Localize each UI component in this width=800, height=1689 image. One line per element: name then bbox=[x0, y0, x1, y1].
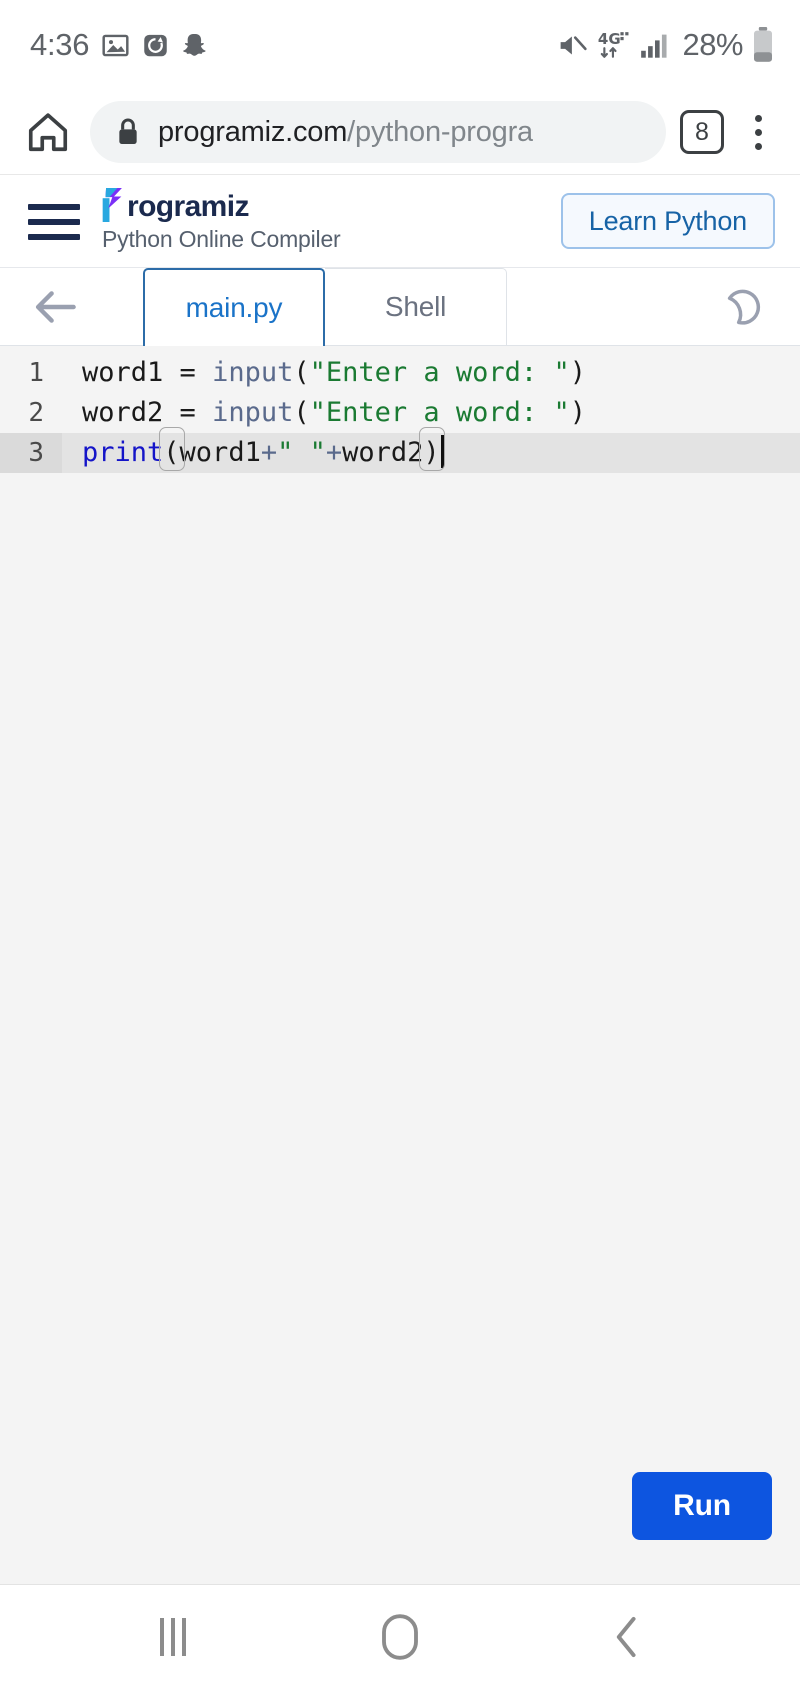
token-operator-plus: + bbox=[325, 437, 343, 468]
alarm-icon bbox=[142, 32, 169, 59]
token-paren-close-matched: ) bbox=[419, 427, 446, 473]
brand-block: rogramiz Python Online Compiler bbox=[102, 187, 539, 253]
brand-name: rogramiz bbox=[127, 189, 250, 223]
photos-icon bbox=[102, 32, 129, 59]
site-subtitle: Python Online Compiler bbox=[102, 225, 341, 252]
line-content: print(word1+" "+word2) bbox=[62, 427, 446, 473]
token-paren-open: ( bbox=[293, 357, 310, 388]
editor-tab-bar: main.py Shell bbox=[0, 268, 800, 346]
token-keyword-print: print bbox=[82, 437, 164, 468]
mute-icon bbox=[558, 32, 588, 59]
line-number: 1 bbox=[28, 358, 44, 388]
code-editor[interactable]: 1 word1 = input("Enter a word: ") 2 word… bbox=[0, 346, 800, 1584]
run-button[interactable]: Run bbox=[632, 1472, 772, 1540]
programiz-logo[interactable]: rogramiz bbox=[102, 187, 539, 223]
back-button[interactable] bbox=[20, 289, 90, 325]
lock-icon bbox=[119, 118, 137, 144]
overflow-menu-icon[interactable] bbox=[738, 107, 778, 157]
token-operator-plus: + bbox=[260, 437, 278, 468]
token-paren-close: ) bbox=[569, 357, 586, 388]
line-content: word2 = input("Enter a word: ") bbox=[62, 393, 586, 433]
line-content: word1 = input("Enter a word: ") bbox=[62, 353, 586, 393]
url-text: programiz.com/python-progra bbox=[158, 116, 533, 149]
signal-bars-icon bbox=[640, 31, 670, 59]
status-bar: 4:36 4G 28% bbox=[0, 0, 800, 90]
moon-icon bbox=[727, 289, 761, 325]
status-bar-right: 4G 28% bbox=[558, 27, 774, 63]
token-identifier: word2 bbox=[82, 397, 180, 428]
network-4g-plus-icon: 4G bbox=[597, 30, 631, 60]
home-icon bbox=[28, 113, 68, 152]
home-nav-icon bbox=[382, 1614, 418, 1660]
browser-toolbar: programiz.com/python-progra 8 bbox=[0, 90, 800, 175]
code-line-active[interactable]: 3 print(word1+" "+word2) bbox=[0, 427, 800, 473]
token-string-space: " " bbox=[277, 437, 326, 468]
token-assign: = bbox=[179, 357, 213, 388]
url-path: /python-progra bbox=[347, 115, 533, 148]
token-paren-open: ( bbox=[293, 397, 310, 428]
token-paren-close: ) bbox=[569, 397, 586, 428]
token-function: input bbox=[212, 397, 294, 428]
line-number: 3 bbox=[0, 433, 62, 473]
tab-shell[interactable]: Shell bbox=[325, 268, 507, 345]
code-area[interactable]: 1 word1 = input("Enter a word: ") 2 word… bbox=[0, 346, 800, 473]
text-cursor bbox=[440, 435, 444, 468]
back-nav-icon bbox=[616, 1616, 636, 1658]
programiz-p-mark-icon bbox=[102, 187, 122, 222]
url-bar[interactable]: programiz.com/python-progra bbox=[90, 101, 666, 163]
home-button[interactable] bbox=[20, 104, 76, 160]
site-header: rogramiz Python Online Compiler Learn Py… bbox=[0, 175, 800, 268]
home-nav-button[interactable] bbox=[355, 1592, 445, 1682]
learn-python-button[interactable]: Learn Python bbox=[560, 193, 775, 249]
token-string: "Enter a word: " bbox=[309, 397, 570, 428]
token-assign: = bbox=[179, 397, 213, 428]
line-number: 2 bbox=[28, 398, 44, 428]
battery-percent: 28% bbox=[682, 27, 743, 62]
status-bar-left: 4:36 bbox=[30, 27, 209, 63]
recents-icon bbox=[160, 1618, 187, 1656]
token-identifier: word1 bbox=[82, 357, 180, 388]
code-line[interactable]: 2 word2 = input("Enter a word: ") bbox=[0, 393, 800, 433]
back-arrow-icon bbox=[35, 290, 76, 323]
url-domain: programiz.com bbox=[158, 115, 348, 148]
token-identifier: word2 bbox=[342, 437, 424, 468]
token-function: input bbox=[212, 357, 294, 388]
phone-screen: 4:36 4G 28% programiz.com/python-progra … bbox=[0, 0, 800, 1689]
svg-text:4G: 4G bbox=[598, 30, 621, 48]
android-nav-bar bbox=[0, 1584, 800, 1689]
back-nav-button[interactable] bbox=[582, 1592, 672, 1682]
token-identifier: word1 bbox=[179, 437, 261, 468]
tab-group: main.py Shell bbox=[143, 268, 507, 346]
recents-button[interactable] bbox=[128, 1592, 218, 1682]
code-line[interactable]: 1 word1 = input("Enter a word: ") bbox=[0, 353, 800, 393]
token-string: "Enter a word: " bbox=[309, 357, 570, 388]
hamburger-menu-icon[interactable] bbox=[28, 202, 80, 240]
snapchat-icon bbox=[182, 32, 209, 59]
status-time: 4:36 bbox=[30, 27, 90, 62]
token-paren-open-matched: ( bbox=[159, 427, 186, 473]
battery-icon bbox=[752, 27, 774, 63]
theme-toggle-button[interactable] bbox=[712, 286, 778, 328]
tab-main-py[interactable]: main.py bbox=[143, 268, 325, 346]
tab-switcher-button[interactable]: 8 bbox=[680, 110, 724, 154]
run-button-wrapper: Run bbox=[632, 1472, 772, 1540]
